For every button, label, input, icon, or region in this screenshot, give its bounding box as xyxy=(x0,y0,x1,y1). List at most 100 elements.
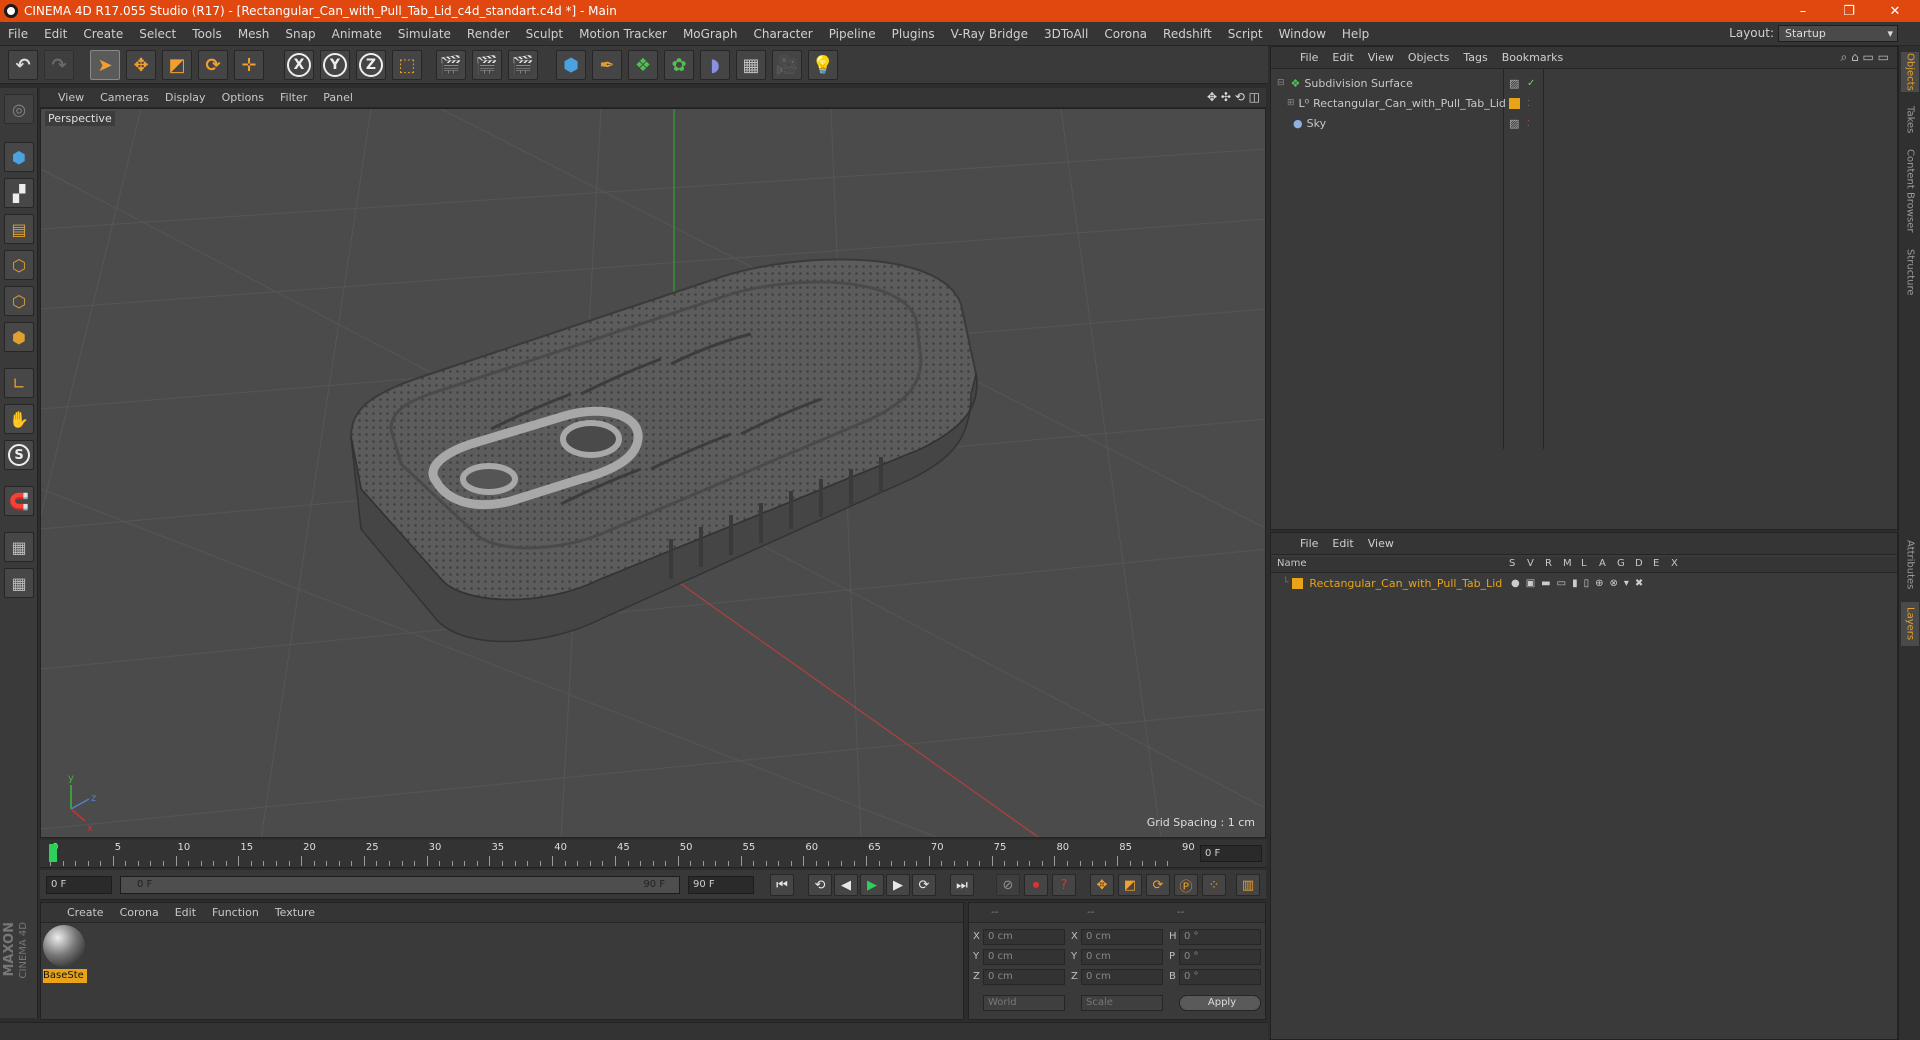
layer-row[interactable]: └ Rectangular_Can_with_Pull_Tab_Lid ●▣▬▭… xyxy=(1271,575,1897,591)
tab-content-browser[interactable]: Content Browser xyxy=(1901,146,1919,236)
coord-size-z-field[interactable]: 0 cm xyxy=(1081,969,1163,985)
timeline-ruler[interactable]: 051015202530354045505560657075808590 0 F xyxy=(40,840,1266,868)
menu-select[interactable]: Select xyxy=(131,27,184,41)
visibility-dots-icon[interactable]: ⁚ xyxy=(1527,99,1530,108)
layer-toggle-icons[interactable]: ●▣▬▭▮▯⊕⊗▾✖ xyxy=(1511,578,1649,589)
axis-mode-button[interactable]: ∟ xyxy=(4,368,34,398)
add-deformer-button[interactable]: ◗ xyxy=(700,50,730,80)
menu-plugins[interactable]: Plugins xyxy=(884,27,943,41)
layer-column-v[interactable]: V xyxy=(1527,558,1534,569)
menu-create[interactable]: Create xyxy=(75,27,131,41)
object-menu-file[interactable]: File xyxy=(1293,51,1325,64)
record-active-button[interactable]: ⊘ xyxy=(996,874,1020,896)
preview-range-slider[interactable]: 0 F 90 F xyxy=(120,876,680,894)
minimize-button[interactable]: – xyxy=(1780,0,1826,22)
redo-button[interactable]: ↷ xyxy=(44,50,74,80)
layer-menu-file[interactable]: File xyxy=(1293,537,1325,550)
previous-frame-button[interactable]: ◀ xyxy=(834,874,858,896)
tab-objects[interactable]: Objects xyxy=(1901,52,1919,92)
menu-motion-tracker[interactable]: Motion Tracker xyxy=(571,27,675,41)
next-frame-button[interactable]: ▶ xyxy=(886,874,910,896)
key-position-button[interactable]: ✥ xyxy=(1090,874,1114,896)
object-menu-view[interactable]: View xyxy=(1361,51,1401,64)
layer-column-r[interactable]: R xyxy=(1545,558,1552,569)
viewport-nav-icons[interactable]: ✥ ✣ ⟲ ◫ xyxy=(1207,90,1260,104)
add-camera-button[interactable]: 🎥 xyxy=(772,50,802,80)
coord-rot-b-field[interactable]: 0 ° xyxy=(1179,969,1261,985)
previous-keyframe-button[interactable]: ⟲ xyxy=(808,874,832,896)
object-search-home-icons[interactable]: ⌕ ⌂ ▭ ▭ xyxy=(1841,50,1889,65)
start-frame-field[interactable]: 0 F xyxy=(46,876,112,894)
menu-character[interactable]: Character xyxy=(745,27,820,41)
recent-tool-button[interactable]: ✛ xyxy=(234,50,264,80)
key-scale-button[interactable]: ◩ xyxy=(1118,874,1142,896)
visibility-dots-icon[interactable]: ⁚ xyxy=(1527,119,1530,128)
material-menu-corona[interactable]: Corona xyxy=(112,906,167,919)
auto-keying-button[interactable]: ? xyxy=(1052,874,1076,896)
timeline-playhead[interactable] xyxy=(49,844,57,862)
menu-animate[interactable]: Animate xyxy=(324,27,390,41)
menu-render[interactable]: Render xyxy=(459,27,518,41)
coord-pos-x-field[interactable]: 0 cm xyxy=(983,929,1065,945)
material-menu-texture[interactable]: Texture xyxy=(267,906,323,919)
viewport-menu-view[interactable]: View xyxy=(50,91,92,104)
menu-simulate[interactable]: Simulate xyxy=(390,27,459,41)
layout-dropdown[interactable]: Startup ▾ xyxy=(1778,25,1898,42)
material-menu-function[interactable]: Function xyxy=(204,906,267,919)
object-row-sky[interactable]: ● Sky ▨ ⁚ xyxy=(1271,113,1897,133)
layer-color-swatch[interactable] xyxy=(1509,97,1520,109)
layer-column-d[interactable]: D xyxy=(1635,558,1643,569)
layer-column-s[interactable]: S xyxy=(1509,558,1515,569)
material-menu-edit[interactable]: Edit xyxy=(167,906,204,919)
object-row-subdivision[interactable]: ⊟ ❖ Subdivision Surface ▨ ✓ xyxy=(1271,73,1897,93)
add-nurbs-button[interactable]: ❖ xyxy=(628,50,658,80)
tab-structure[interactable]: Structure xyxy=(1901,244,1919,300)
coord-size-y-field[interactable]: 0 cm xyxy=(1081,949,1163,965)
make-editable-button[interactable]: ◎ xyxy=(4,94,34,124)
scale-tool-button[interactable]: ◩ xyxy=(162,50,192,80)
snap-toggle-button[interactable]: S xyxy=(4,440,34,470)
menu-vray-bridge[interactable]: V-Ray Bridge xyxy=(943,27,1036,41)
lock-workplane-button[interactable]: ▦ xyxy=(4,532,34,562)
tweak-mode-button[interactable]: ✋ xyxy=(4,404,34,434)
layer-edit-icon[interactable]: ▨ xyxy=(1509,117,1519,130)
add-spline-button[interactable]: ✒ xyxy=(592,50,622,80)
material-swatch[interactable] xyxy=(43,925,85,969)
menu-corona[interactable]: Corona xyxy=(1096,27,1155,41)
tab-takes[interactable]: Takes xyxy=(1901,102,1919,138)
add-array-button[interactable]: ✿ xyxy=(664,50,694,80)
axis-z-lock-button[interactable]: Z xyxy=(356,50,386,80)
layer-edit-icon[interactable]: ▨ xyxy=(1509,77,1519,90)
tab-attributes[interactable]: Attributes xyxy=(1901,532,1919,598)
menu-mograph[interactable]: MoGraph xyxy=(675,27,746,41)
object-menu-edit[interactable]: Edit xyxy=(1325,51,1360,64)
menu-3dtoall[interactable]: 3DToAll xyxy=(1036,27,1096,41)
object-menu-bookmarks[interactable]: Bookmarks xyxy=(1495,51,1570,64)
material-name-label[interactable]: BaseSte xyxy=(43,969,87,983)
object-row-can[interactable]: ⊞ L⁰ Rectangular_Can_with_Pull_Tab_Lid ⁚ xyxy=(1271,93,1897,113)
menu-mesh[interactable]: Mesh xyxy=(230,27,278,41)
layer-column-g[interactable]: G xyxy=(1617,558,1625,569)
material-menu-create[interactable]: Create xyxy=(59,906,112,919)
workplane-mode-button[interactable]: ▤ xyxy=(4,214,34,244)
edges-mode-button[interactable]: ⬡ xyxy=(4,286,34,316)
layer-menu-edit[interactable]: Edit xyxy=(1325,537,1360,550)
undo-button[interactable]: ↶ xyxy=(8,50,38,80)
record-button[interactable]: ⏺ xyxy=(1024,874,1048,896)
viewport-menu-options[interactable]: Options xyxy=(214,91,272,104)
menu-snap[interactable]: Snap xyxy=(277,27,323,41)
menu-file[interactable]: File xyxy=(0,27,36,41)
model-mode-button[interactable]: ⬢ xyxy=(4,142,34,172)
timeline-window-button[interactable]: ▥ xyxy=(1236,874,1260,896)
layer-column-x[interactable]: X xyxy=(1671,558,1678,569)
menu-help[interactable]: Help xyxy=(1334,27,1377,41)
layer-column-e[interactable]: E xyxy=(1653,558,1659,569)
layer-column-m[interactable]: M xyxy=(1563,558,1572,569)
key-parameter-button[interactable]: Ⓟ xyxy=(1174,874,1198,896)
menu-script[interactable]: Script xyxy=(1220,27,1271,41)
texture-mode-button[interactable]: ▞ xyxy=(4,178,34,208)
menu-pipeline[interactable]: Pipeline xyxy=(821,27,884,41)
menu-tools[interactable]: Tools xyxy=(184,27,230,41)
coord-space-dropdown[interactable]: World xyxy=(983,995,1065,1011)
apply-button[interactable]: Apply xyxy=(1179,995,1261,1011)
